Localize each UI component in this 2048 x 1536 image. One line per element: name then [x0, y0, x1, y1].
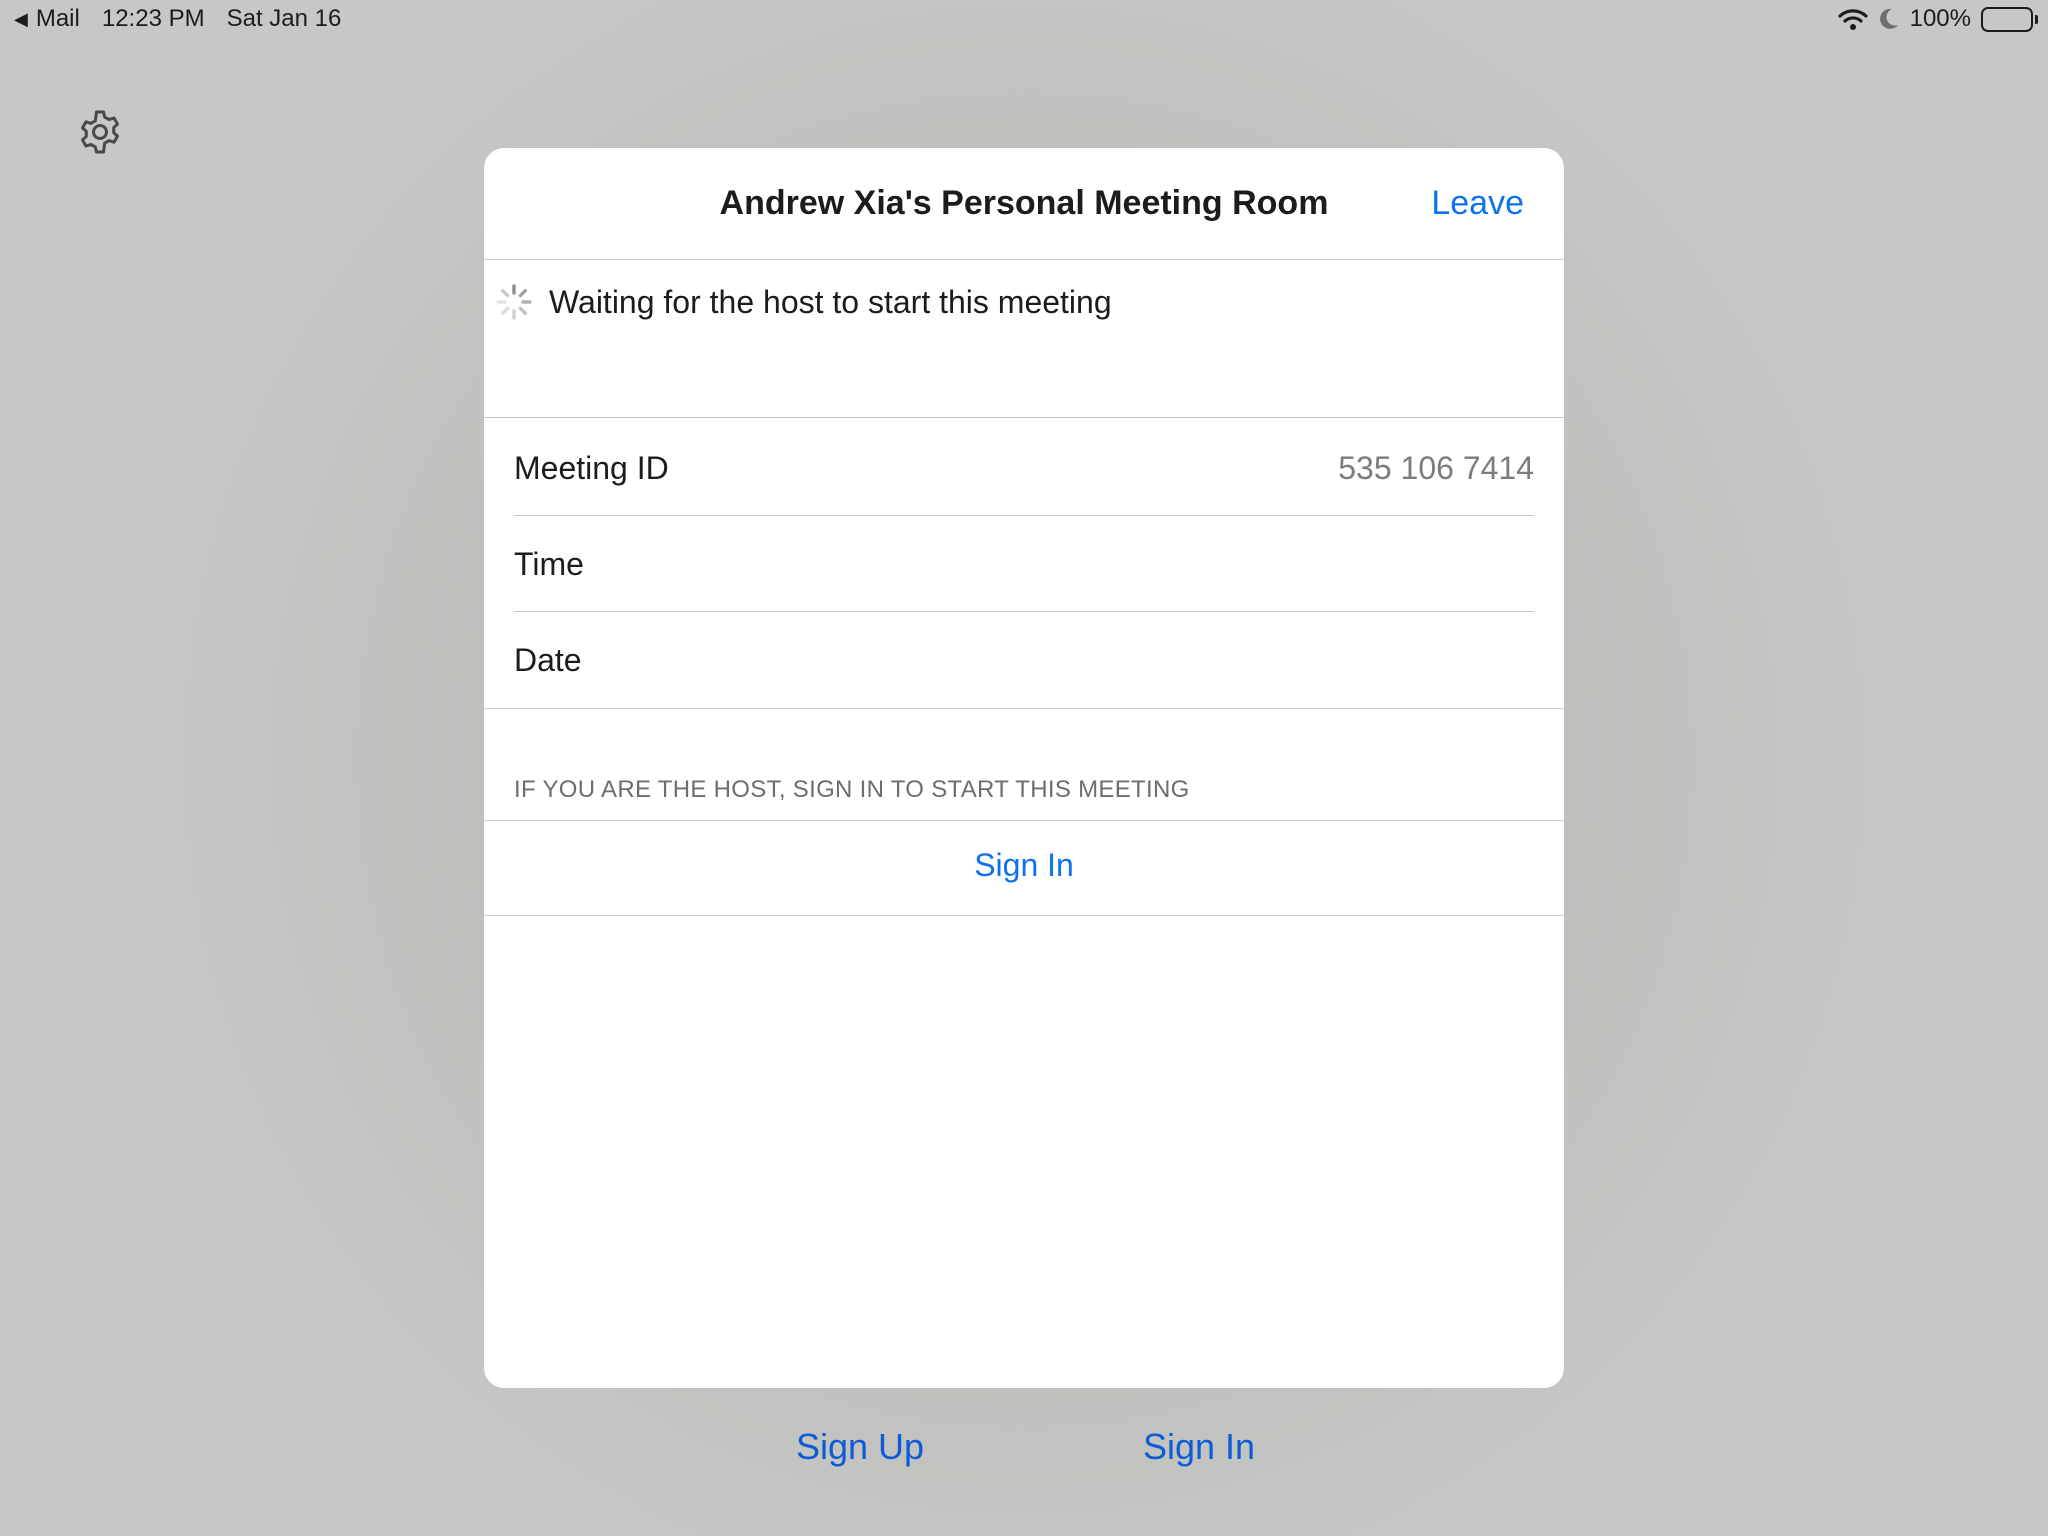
- status-bar: ◀ Mail 12:23 PM Sat Jan 16 100%: [0, 0, 2048, 40]
- host-sign-in-hint: IF YOU ARE THE HOST, SIGN IN TO START TH…: [514, 776, 1190, 803]
- sign-in-row[interactable]: Sign In: [484, 820, 1564, 916]
- back-to-app-label[interactable]: Mail: [36, 5, 80, 33]
- waiting-message: Waiting for the host to start this meeti…: [549, 284, 1112, 320]
- meeting-id-value: 535 106 7414: [1338, 450, 1534, 486]
- battery-percent: 100%: [1909, 5, 1971, 32]
- dialog-sign-in-button[interactable]: Sign In: [484, 847, 1564, 884]
- spinner-icon: [494, 282, 534, 322]
- leave-button[interactable]: Leave: [1431, 184, 1524, 223]
- status-date: Sat Jan 16: [226, 5, 342, 32]
- status-time: 12:23 PM: [101, 5, 205, 32]
- wifi-icon: [1838, 7, 1868, 31]
- date-label: Date: [514, 642, 582, 678]
- status-bar-left: ◀ Mail 12:23 PM Sat Jan 16: [14, 5, 341, 33]
- dialog-header: Andrew Xia's Personal Meeting Room Leave: [484, 148, 1564, 260]
- time-label: Time: [514, 546, 584, 582]
- meeting-id-label: Meeting ID: [514, 450, 669, 486]
- gear-icon[interactable]: [76, 108, 124, 156]
- battery-icon: [1981, 6, 2038, 32]
- time-row: Time: [514, 516, 1534, 612]
- sign-in-button[interactable]: Sign In: [1143, 1426, 1255, 1468]
- back-arrow-icon[interactable]: ◀: [14, 9, 28, 30]
- details-divider: [484, 708, 1564, 709]
- status-bar-right: 100%: [1838, 5, 2038, 33]
- moon-icon: [1878, 7, 1900, 31]
- meeting-waiting-dialog: Andrew Xia's Personal Meeting Room Leave…: [484, 148, 1564, 1388]
- dialog-title: Andrew Xia's Personal Meeting Room: [719, 184, 1329, 222]
- sign-up-button[interactable]: Sign Up: [796, 1426, 924, 1468]
- meeting-id-row: Meeting ID 535 106 7414: [514, 420, 1534, 516]
- date-row: Date: [514, 612, 1534, 708]
